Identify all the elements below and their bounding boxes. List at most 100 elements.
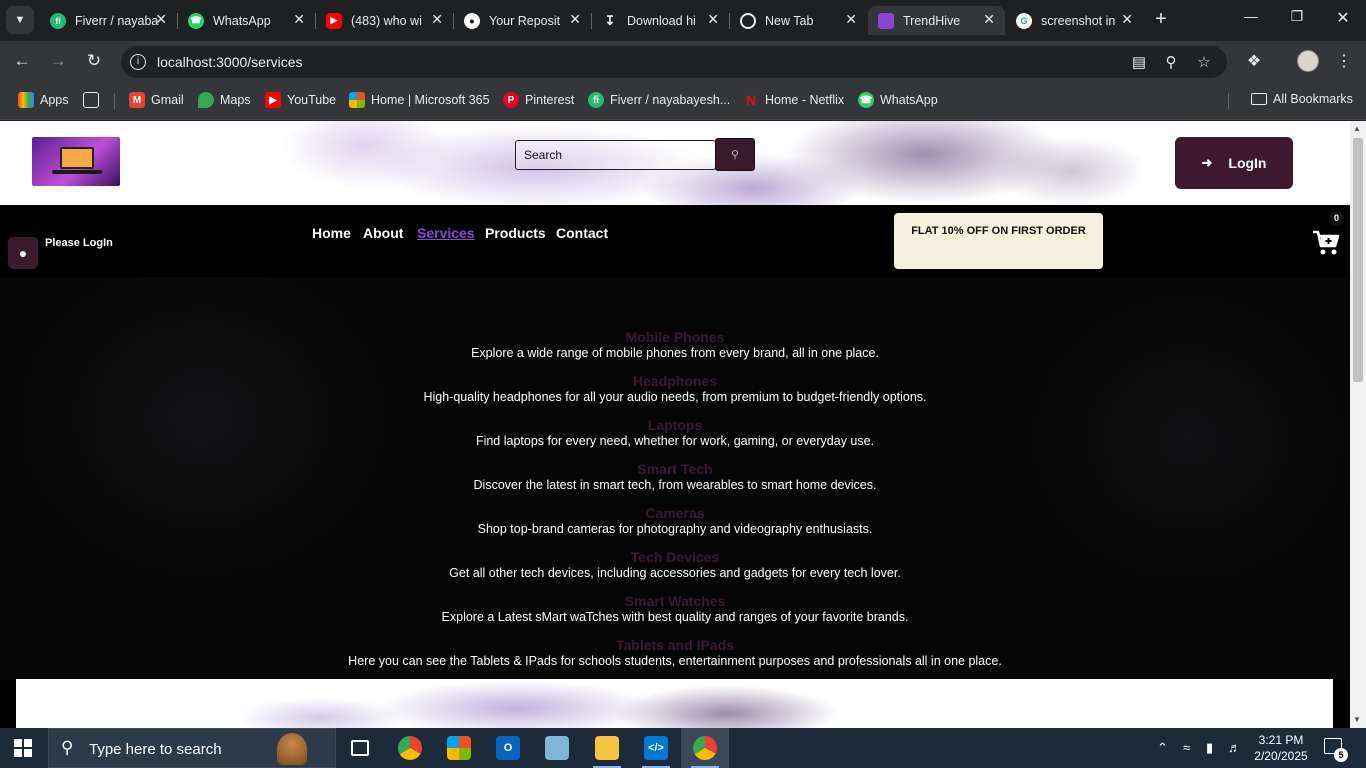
apps-grid-icon bbox=[18, 92, 34, 108]
more-menu-icon[interactable]: ⋮ bbox=[1333, 51, 1355, 71]
scroll-thumb[interactable] bbox=[1353, 138, 1363, 382]
pinterest-icon: P bbox=[503, 92, 519, 108]
bookmark-netflix[interactable]: N Home - Netflix bbox=[743, 92, 844, 108]
nav-services[interactable]: Services bbox=[417, 225, 475, 241]
all-bookmarks[interactable]: All Bookmarks bbox=[1251, 92, 1353, 106]
service-title: Smart Tech bbox=[637, 461, 713, 477]
page-viewport: ⚲ ➜ LogIn ● Please LogIn Home About Serv… bbox=[0, 121, 1350, 728]
folder-icon bbox=[1251, 93, 1267, 105]
service-title: Mobile Phones bbox=[625, 329, 725, 345]
task-view-icon[interactable] bbox=[336, 728, 384, 768]
vscode-icon[interactable]: </> bbox=[632, 728, 680, 768]
netflix-icon: N bbox=[745, 92, 757, 108]
close-tab-icon[interactable]: ✕ bbox=[293, 11, 305, 28]
new-tab-plus-icon[interactable]: + bbox=[1150, 8, 1172, 31]
close-tab-icon[interactable]: ✕ bbox=[569, 11, 581, 28]
bookmark-pinterest[interactable]: P Pinterest bbox=[503, 92, 574, 108]
cart-icon[interactable] bbox=[1311, 229, 1341, 257]
file-explorer-icon[interactable] bbox=[583, 728, 631, 768]
bookmark-youtube[interactable]: ▶ YouTube bbox=[265, 92, 336, 108]
chrome-taskbar-icon[interactable] bbox=[386, 728, 434, 768]
bookmark-maps[interactable]: Maps bbox=[198, 92, 251, 108]
service-title: Laptops bbox=[647, 417, 703, 433]
extensions-icon[interactable]: ❖ bbox=[1243, 51, 1265, 71]
tab-new-tab[interactable]: New Tab ✕ bbox=[730, 6, 867, 35]
restore-icon[interactable]: ❐ bbox=[1282, 8, 1312, 25]
bookmark-fiverr[interactable]: fi Fiverr / nayabayesh... bbox=[588, 92, 730, 108]
tab-youtube[interactable]: ▶ (483) who wi ✕ bbox=[316, 6, 453, 35]
bookmark-gmail[interactable]: M Gmail bbox=[129, 92, 184, 108]
outlook-icon[interactable]: O bbox=[484, 728, 532, 768]
windows-start-icon[interactable] bbox=[14, 739, 32, 757]
tab-google[interactable]: G screenshot in ✕ bbox=[1006, 6, 1143, 35]
maps-icon bbox=[198, 92, 214, 108]
address-bar[interactable]: i localhost:3000/services ▤ ⚲ ☆ bbox=[121, 46, 1227, 78]
close-tab-icon[interactable]: ✕ bbox=[155, 11, 167, 28]
zoom-icon[interactable]: ⚲ bbox=[1161, 53, 1181, 71]
bookmark-apps[interactable]: Apps bbox=[18, 92, 69, 108]
scroll-down-arrow-icon[interactable]: ▼ bbox=[1353, 715, 1361, 724]
service-description: Here you can see the Tablets & IPads for… bbox=[348, 654, 1002, 668]
chrome-active-taskbar-icon[interactable] bbox=[681, 728, 729, 768]
close-tab-icon[interactable]: ✕ bbox=[431, 11, 443, 28]
windows-taskbar: ⚲ Type here to search O </> ⌃ ≈ ▮ ♬ 3:21… bbox=[0, 728, 1366, 768]
site-info-icon[interactable]: i bbox=[130, 54, 146, 70]
services-section: Mobile Phones Explore a wide range of mo… bbox=[0, 277, 1350, 680]
taskbar-search-box[interactable]: ⚲ Type here to search bbox=[48, 728, 336, 768]
search-button[interactable]: ⚲ bbox=[715, 138, 755, 171]
download-icon: ↧ bbox=[604, 12, 616, 28]
page-scrollbar[interactable]: ▲ ▼ bbox=[1350, 121, 1366, 728]
back-arrow-icon[interactable]: ← bbox=[11, 51, 33, 71]
bookmark-tab-groups[interactable] bbox=[83, 92, 105, 108]
nav-contact[interactable]: Contact bbox=[556, 225, 608, 241]
github-icon: ● bbox=[464, 12, 480, 29]
login-button[interactable]: ➜ LogIn bbox=[1175, 137, 1293, 189]
site-logo[interactable] bbox=[32, 137, 120, 186]
search-highlight-muffin-icon[interactable] bbox=[277, 733, 307, 765]
search-icon: ⚲ bbox=[61, 738, 74, 757]
tab-github[interactable]: ● Your Reposit ✕ bbox=[454, 6, 591, 35]
notepad-icon[interactable] bbox=[533, 728, 581, 768]
close-tab-icon[interactable]: ✕ bbox=[983, 11, 995, 28]
footer-background-splash bbox=[236, 679, 936, 728]
tab-download[interactable]: ↧ Download hi ✕ bbox=[592, 6, 729, 35]
close-tab-icon[interactable]: ✕ bbox=[707, 11, 719, 28]
browser-toolbar: ← → ↻ i localhost:3000/services ▤ ⚲ ☆ ❖ … bbox=[0, 41, 1366, 81]
nav-about[interactable]: About bbox=[363, 225, 403, 241]
bookmark-whatsapp[interactable]: ☎ WhatsApp bbox=[858, 92, 938, 108]
site-navbar: ● Please LogIn Home About Services Produ… bbox=[0, 205, 1350, 277]
close-window-icon[interactable]: ✕ bbox=[1328, 8, 1358, 28]
close-tab-icon[interactable]: ✕ bbox=[845, 11, 857, 28]
bookmark-microsoft-365[interactable]: Home | Microsoft 365 bbox=[349, 92, 490, 108]
nav-products[interactable]: Products bbox=[485, 225, 546, 241]
bookmarks-bar: Apps M Gmail Maps ▶ YouTube Home | Micro… bbox=[0, 81, 1366, 120]
tab-fiverr[interactable]: fi Fiverr / nayaba ✕ bbox=[40, 6, 177, 35]
laptop-image bbox=[60, 147, 94, 169]
search-input[interactable] bbox=[515, 140, 716, 170]
volume-icon[interactable]: ♬ bbox=[1228, 740, 1241, 755]
tab-whatsapp[interactable]: ☎ WhatsApp ✕ bbox=[178, 6, 315, 35]
bookmark-star-icon[interactable]: ☆ bbox=[1194, 53, 1214, 71]
reload-icon[interactable]: ↻ bbox=[83, 51, 105, 71]
profile-avatar[interactable] bbox=[1297, 50, 1319, 72]
scroll-up-arrow-icon[interactable]: ▲ bbox=[1353, 124, 1361, 133]
tab-search-chevron-icon[interactable]: ▼ bbox=[6, 6, 34, 34]
service-description: Get all other tech devices, including ac… bbox=[449, 566, 901, 580]
tab-trendhive[interactable]: TrendHive ✕ bbox=[868, 6, 1005, 35]
close-tab-icon[interactable]: ✕ bbox=[1121, 11, 1133, 28]
forward-arrow-icon[interactable]: → bbox=[47, 51, 69, 71]
taskbar-clock[interactable]: 3:21 PM 2/20/2025 bbox=[1248, 732, 1314, 764]
install-app-icon[interactable]: ▤ bbox=[1129, 53, 1149, 71]
battery-icon[interactable]: ▮ bbox=[1206, 740, 1213, 756]
user-icon[interactable]: ● bbox=[8, 237, 38, 269]
service-title: Smart Watches bbox=[624, 593, 726, 609]
tray-chevron-up-icon[interactable]: ⌃ bbox=[1157, 740, 1168, 756]
nav-home[interactable]: Home bbox=[312, 225, 351, 241]
microsoft-store-icon[interactable] bbox=[435, 728, 483, 768]
service-item: Tablets and IPads Here you can see the T… bbox=[0, 637, 1350, 669]
service-title: Headphones bbox=[632, 373, 717, 389]
wifi-icon[interactable]: ≈ bbox=[1183, 740, 1190, 755]
minimize-icon[interactable]: — bbox=[1236, 8, 1266, 24]
url-text[interactable]: localhost:3000/services bbox=[157, 54, 303, 70]
bookmark-divider bbox=[1228, 93, 1229, 109]
